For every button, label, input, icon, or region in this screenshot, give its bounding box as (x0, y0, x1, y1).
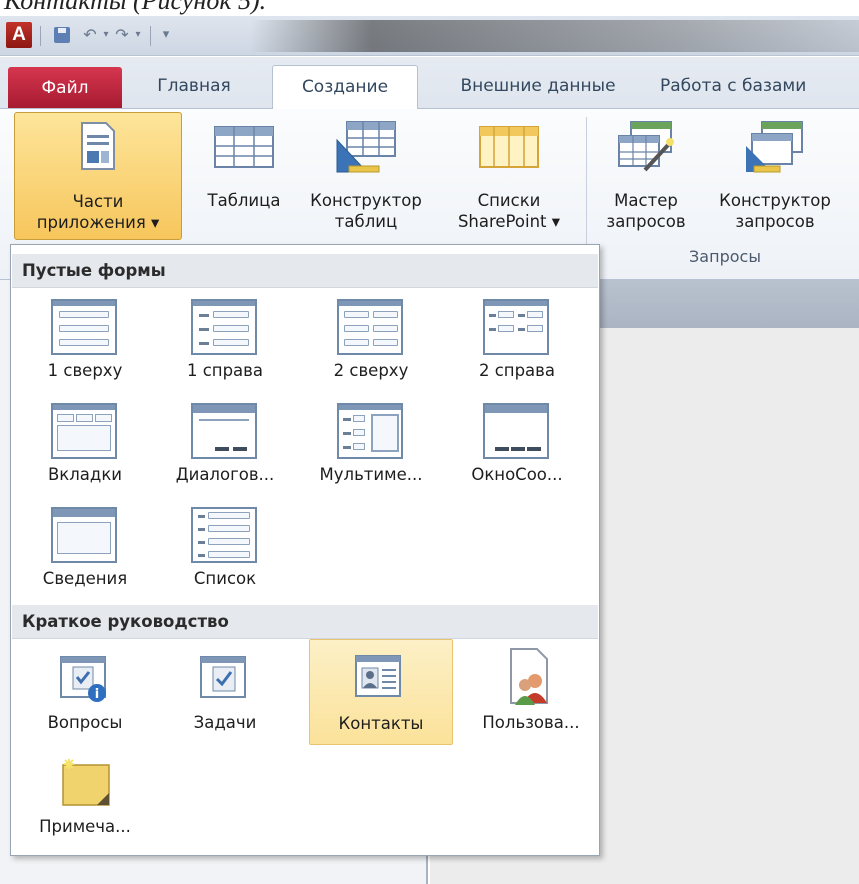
item-label: ОкноСоо... (471, 465, 563, 484)
application-parts-menu: Пустые формы 1 сверху 1 справа 2 сверху (10, 244, 600, 856)
item-label: 1 справа (186, 361, 264, 380)
form-2-right-icon (483, 299, 549, 355)
group-separator (586, 117, 587, 265)
query-wizard-icon (618, 121, 674, 172)
form-item-dialog[interactable]: Диалогов... (157, 395, 293, 499)
sharepoint-lists-button[interactable]: Списки SharePoint ▾ (440, 112, 578, 240)
item-label: 1 сверху (47, 361, 123, 380)
query-designer-icon (746, 121, 803, 173)
button-label: Конструктор (719, 191, 831, 210)
item-label: 2 справа (478, 361, 556, 380)
redo-dropdown-icon[interactable]: ▾ (128, 25, 148, 45)
button-label: приложения ▾ (36, 213, 160, 232)
quick-access-toolbar: A ↶ ▾ ↷ ▾ ▾ (0, 16, 859, 56)
form-message-box-icon (483, 403, 549, 459)
form-item-details[interactable]: Сведения (17, 499, 153, 603)
toolbar-separator (40, 26, 41, 46)
item-label: Задачи (193, 713, 257, 732)
button-label: таблиц (334, 212, 398, 231)
contacts-icon (355, 655, 401, 697)
item-label: 2 сверху (333, 361, 409, 380)
table-icon (214, 126, 274, 168)
form-item-2-top[interactable]: 2 сверху (303, 291, 439, 395)
form-item-list[interactable]: Список (157, 499, 293, 603)
query-wizard-button[interactable]: Мастер запросов (592, 112, 700, 240)
form-2-top-icon (337, 299, 403, 355)
tasks-icon (200, 656, 246, 698)
form-item-tabs[interactable]: Вкладки (17, 395, 153, 499)
item-label: Диалогов... (175, 465, 275, 484)
document-caption: Контакты (Рисунок 5). (4, 0, 267, 15)
item-label: Список (193, 569, 257, 588)
customize-toolbar-icon[interactable]: ▾ (156, 25, 176, 45)
quick-item-issues[interactable]: i Вопросы (17, 643, 153, 747)
notes-icon (62, 759, 110, 806)
table-designer-icon (336, 121, 396, 173)
form-details-icon (51, 507, 117, 563)
button-label: Части (72, 192, 124, 211)
application-parts-icon (81, 122, 115, 170)
form-tabs-icon (51, 403, 117, 459)
svg-text:i: i (95, 687, 99, 702)
section-header-blank-forms: Пустые формы (12, 254, 598, 288)
form-item-media[interactable]: Мультиме... (303, 395, 439, 499)
tab-external-data[interactable]: Внешние данные (440, 65, 636, 109)
table-button[interactable]: Таблица (196, 112, 292, 240)
quick-item-contacts[interactable]: Контакты (309, 639, 453, 745)
form-list-icon (191, 507, 257, 563)
button-label: Конструктор (310, 191, 422, 210)
button-label: SharePoint ▾ (457, 212, 561, 231)
quick-item-notes[interactable]: Примеча... (17, 747, 153, 851)
toolbar-separator (150, 26, 151, 46)
item-label: Сведения (42, 569, 128, 588)
item-label: Вкладки (47, 465, 123, 484)
form-item-1-right[interactable]: 1 справа (157, 291, 293, 395)
group-label-queries: Запросы (689, 247, 761, 266)
form-dialog-icon (191, 403, 257, 459)
window-title-blur (250, 20, 859, 52)
button-label: Мастер (614, 191, 678, 210)
save-icon[interactable] (52, 25, 72, 45)
form-item-message-box[interactable]: ОкноСоо... (449, 395, 585, 499)
tab-home[interactable]: Главная (138, 65, 250, 109)
button-label: Таблица (207, 191, 281, 210)
section-header-quick-start: Краткое руководство (12, 605, 598, 639)
users-icon (510, 648, 548, 705)
item-label: Мультиме... (319, 465, 423, 484)
query-designer-button[interactable]: Конструктор запросов (700, 112, 850, 240)
item-label: Пользова... (482, 713, 580, 732)
application-parts-button[interactable]: Части приложения ▾ (14, 112, 182, 240)
item-label: Контакты (338, 714, 424, 733)
tab-database-tools[interactable]: Работа с базами (660, 65, 859, 109)
tab-create[interactable]: Создание (272, 65, 418, 109)
button-label: Списки (477, 191, 541, 210)
access-logo-icon[interactable]: A (6, 22, 32, 48)
button-label: запросов (606, 212, 686, 231)
ribbon-tabs: Файл Главная Создание Внешние данные Раб… (0, 57, 859, 109)
form-1-right-icon (191, 299, 257, 355)
quick-item-users[interactable]: Пользова... (463, 643, 599, 747)
button-label: запросов (735, 212, 815, 231)
item-label: Примеча... (39, 817, 131, 836)
form-item-1-top[interactable]: 1 сверху (17, 291, 153, 395)
table-designer-button[interactable]: Конструктор таблиц (292, 112, 440, 240)
sharepoint-list-icon (479, 126, 539, 168)
form-media-icon (337, 403, 403, 459)
item-label: Вопросы (47, 713, 123, 732)
form-item-2-right[interactable]: 2 справа (449, 291, 585, 395)
issues-icon: i (60, 656, 106, 702)
form-1-top-icon (51, 299, 117, 355)
quick-item-tasks[interactable]: Задачи (157, 643, 293, 747)
tab-file[interactable]: Файл (8, 67, 122, 109)
